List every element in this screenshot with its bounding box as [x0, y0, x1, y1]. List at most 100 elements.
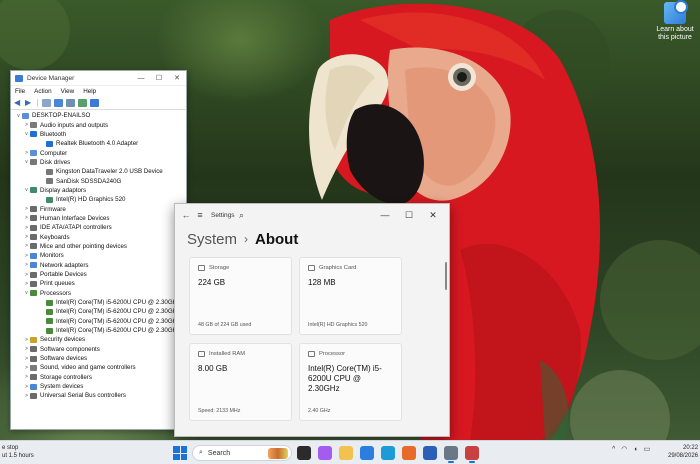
collapsed-chevron-icon[interactable]: >	[23, 234, 30, 240]
device-category[interactable]: > System devices	[15, 382, 186, 391]
device-category[interactable]: > Computer	[15, 148, 186, 157]
collapsed-chevron-icon[interactable]: >	[23, 253, 30, 259]
collapsed-chevron-icon[interactable]: >	[23, 393, 30, 399]
copilot-icon[interactable]	[318, 446, 332, 460]
show-hidden-icons-chevron-icon[interactable]: ^	[612, 446, 615, 453]
device-item[interactable]: Intel(R) Core(TM) i5-6200U CPU @ 2.30GHz	[15, 317, 186, 326]
device-category[interactable]: v Display adaptors	[15, 186, 186, 195]
device-category[interactable]: > Portable Devices	[15, 270, 186, 279]
forward-arrow-icon[interactable]: ▶	[25, 99, 33, 107]
device-category[interactable]: > Audio inputs and outputs	[15, 120, 186, 129]
minimize-button[interactable]: —	[373, 210, 397, 220]
device-category[interactable]: > Software components	[15, 345, 186, 354]
computer-root-node[interactable]: v DESKTOP-ENAILSO	[15, 111, 186, 120]
close-button[interactable]: ✕	[421, 210, 445, 221]
collapsed-chevron-icon[interactable]: >	[23, 262, 30, 268]
device-category[interactable]: > Universal Serial Bus controllers	[15, 391, 186, 400]
monitor-icon[interactable]	[90, 99, 99, 107]
device-category[interactable]: > Mice and other pointing devices	[15, 242, 186, 251]
collapsed-chevron-icon[interactable]: >	[23, 215, 30, 221]
expanded-chevron-icon[interactable]: v	[23, 187, 30, 193]
back-arrow-icon[interactable]: ◀	[14, 99, 22, 107]
weather-widget[interactable]: e stop ut 1.5 hours	[2, 444, 34, 460]
device-category[interactable]: > IDE ATA/ATAPI controllers	[15, 223, 186, 232]
close-button[interactable]: ✕	[168, 74, 186, 82]
firefox-icon[interactable]	[402, 446, 416, 460]
device-category[interactable]: > Human Interface Devices	[15, 214, 186, 223]
expanded-chevron-icon[interactable]: v	[23, 159, 30, 165]
clock[interactable]: 20:22 29/08/2026	[668, 444, 698, 460]
breadcrumb-system[interactable]: System	[187, 231, 237, 248]
collapsed-chevron-icon[interactable]: >	[23, 206, 30, 212]
device-category[interactable]: v Bluetooth	[15, 130, 186, 139]
task-view-icon[interactable]	[297, 446, 311, 460]
device-manager-icon[interactable]	[465, 446, 479, 463]
device-category[interactable]: > Monitors	[15, 251, 186, 260]
search-icon[interactable]: ⌕	[235, 208, 249, 222]
back-button[interactable]: ←	[179, 208, 193, 222]
collapsed-chevron-icon[interactable]: >	[23, 150, 30, 156]
file-explorer-icon[interactable]	[339, 446, 353, 460]
collapsed-chevron-icon[interactable]: >	[23, 122, 30, 128]
scan-icon[interactable]	[78, 99, 87, 107]
menu-view[interactable]: View	[61, 88, 75, 95]
scrollbar[interactable]	[445, 262, 447, 290]
expanded-chevron-icon[interactable]: v	[15, 113, 22, 119]
device-item[interactable]: Intel(R) Core(TM) i5-6200U CPU @ 2.30GHz	[15, 298, 186, 307]
device-category[interactable]: > Network adapters	[15, 261, 186, 270]
start-button[interactable]	[173, 446, 187, 460]
collapsed-chevron-icon[interactable]: >	[23, 243, 30, 249]
device-item[interactable]: SanDisk SDSSDA240G	[15, 176, 186, 185]
navigation-menu-icon[interactable]: ≡	[193, 208, 207, 222]
device-manager-window[interactable]: Device Manager — ☐ ✕ File Action View He…	[10, 70, 187, 430]
help-icon[interactable]	[54, 99, 63, 107]
device-item[interactable]: Realtek Bluetooth 4.0 Adapter	[15, 139, 186, 148]
collapsed-chevron-icon[interactable]: >	[23, 365, 30, 371]
collapsed-chevron-icon[interactable]: >	[23, 346, 30, 352]
settings-window[interactable]: ← ≡ Settings ⌕ — ☐ ✕ System › About Stor…	[174, 203, 450, 437]
maximize-button[interactable]: ☐	[397, 210, 421, 221]
collapsed-chevron-icon[interactable]: >	[23, 384, 30, 390]
wifi-icon[interactable]: ◠	[621, 445, 627, 453]
collapsed-chevron-icon[interactable]: >	[23, 281, 30, 287]
device-category[interactable]: > Firmware	[15, 204, 186, 213]
edge-icon[interactable]	[381, 446, 395, 460]
device-item[interactable]: Intel(R) Core(TM) i5-6200U CPU @ 2.30GHz	[15, 326, 186, 335]
device-category[interactable]: > Storage controllers	[15, 373, 186, 382]
collapsed-chevron-icon[interactable]: >	[23, 225, 30, 231]
device-item[interactable]: Kingston DataTraveler 2.0 USB Device	[15, 167, 186, 176]
graphics-card-card[interactable]: Graphics Card 128 MB Intel(R) HD Graphic…	[299, 257, 402, 335]
learn-about-picture-shortcut[interactable]: Learn about this picture	[652, 0, 698, 42]
expanded-chevron-icon[interactable]: v	[23, 131, 30, 137]
search-box[interactable]: ⌕ Search	[192, 445, 292, 461]
device-category[interactable]: > Print queues	[15, 279, 186, 288]
device-category[interactable]: > Sound, video and game controllers	[15, 363, 186, 372]
title-bar[interactable]: Device Manager — ☐ ✕	[11, 71, 186, 86]
collapsed-chevron-icon[interactable]: >	[23, 356, 30, 362]
menu-file[interactable]: File	[15, 88, 25, 95]
menu-action[interactable]: Action	[34, 88, 52, 95]
title-bar[interactable]: ← ≡ Settings ⌕ — ☐ ✕	[175, 204, 449, 226]
processor-card[interactable]: Processor Intel(R) Core(TM) i5-6200U CPU…	[299, 343, 402, 421]
device-category[interactable]: v Disk drives	[15, 158, 186, 167]
collapsed-chevron-icon[interactable]: >	[23, 337, 30, 343]
volume-icon[interactable]: ◖	[633, 446, 637, 453]
update-driver-icon[interactable]	[66, 99, 75, 107]
device-category[interactable]: v Processors	[15, 289, 186, 298]
device-category[interactable]: > Software devices	[15, 354, 186, 363]
maximize-button[interactable]: ☐	[150, 74, 168, 82]
storage-card[interactable]: Storage 224 GB 48 GB of 224 GB used	[189, 257, 292, 335]
device-category[interactable]: > Keyboards	[15, 232, 186, 241]
settings-icon[interactable]	[444, 446, 458, 463]
menu-help[interactable]: Help	[83, 88, 96, 95]
installed-ram-card[interactable]: Installed RAM 8.00 GB Speed: 2133 MHz	[189, 343, 292, 421]
expanded-chevron-icon[interactable]: v	[23, 290, 30, 296]
properties-icon[interactable]	[42, 99, 51, 107]
minimize-button[interactable]: —	[132, 75, 150, 82]
device-category[interactable]: > Security devices	[15, 335, 186, 344]
battery-icon[interactable]: ▭	[644, 445, 651, 453]
collapsed-chevron-icon[interactable]: >	[23, 374, 30, 380]
device-item[interactable]: Intel(R) Core(TM) i5-6200U CPU @ 2.30GHz	[15, 307, 186, 316]
collapsed-chevron-icon[interactable]: >	[23, 272, 30, 278]
microsoft-store-icon[interactable]	[360, 446, 374, 460]
